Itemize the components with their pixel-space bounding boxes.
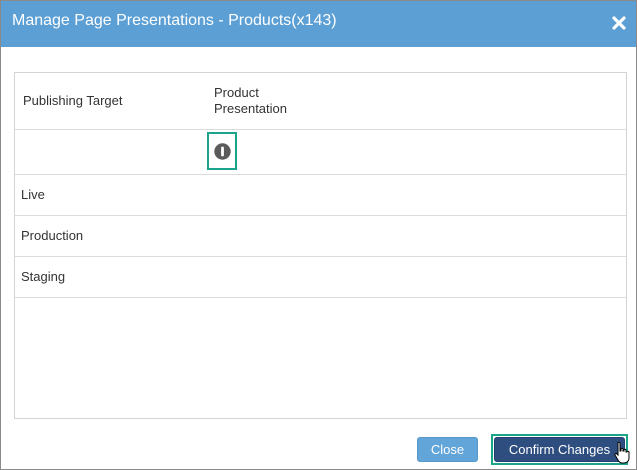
table-row-info bbox=[15, 130, 626, 175]
row-label-staging: Staging bbox=[21, 269, 66, 284]
table-row[interactable]: Live bbox=[15, 175, 626, 216]
presentations-table: Publishing Target Product Presentation L… bbox=[14, 72, 627, 419]
info-highlight-box bbox=[207, 132, 237, 170]
confirm-changes-button[interactable]: Confirm Changes bbox=[494, 437, 625, 462]
header-product-presentation: Product Presentation bbox=[214, 85, 287, 116]
close-icon[interactable] bbox=[611, 15, 627, 31]
table-row[interactable]: Staging bbox=[15, 257, 626, 298]
dialog-title: Manage Page Presentations - Products(x14… bbox=[12, 12, 337, 29]
row-label-live: Live bbox=[21, 187, 45, 202]
manage-page-presentations-dialog: Manage Page Presentations - Products(x14… bbox=[0, 0, 637, 470]
table-header: Publishing Target Product Presentation bbox=[15, 73, 626, 130]
hand-cursor-icon bbox=[614, 441, 630, 464]
table-row[interactable]: Production bbox=[15, 216, 626, 257]
row-label-production: Production bbox=[21, 228, 84, 243]
dialog-titlebar: Manage Page Presentations - Products(x14… bbox=[1, 1, 636, 47]
close-button[interactable]: Close bbox=[417, 437, 478, 462]
header-publishing-target: Publishing Target bbox=[23, 93, 123, 108]
info-icon[interactable] bbox=[214, 143, 231, 160]
